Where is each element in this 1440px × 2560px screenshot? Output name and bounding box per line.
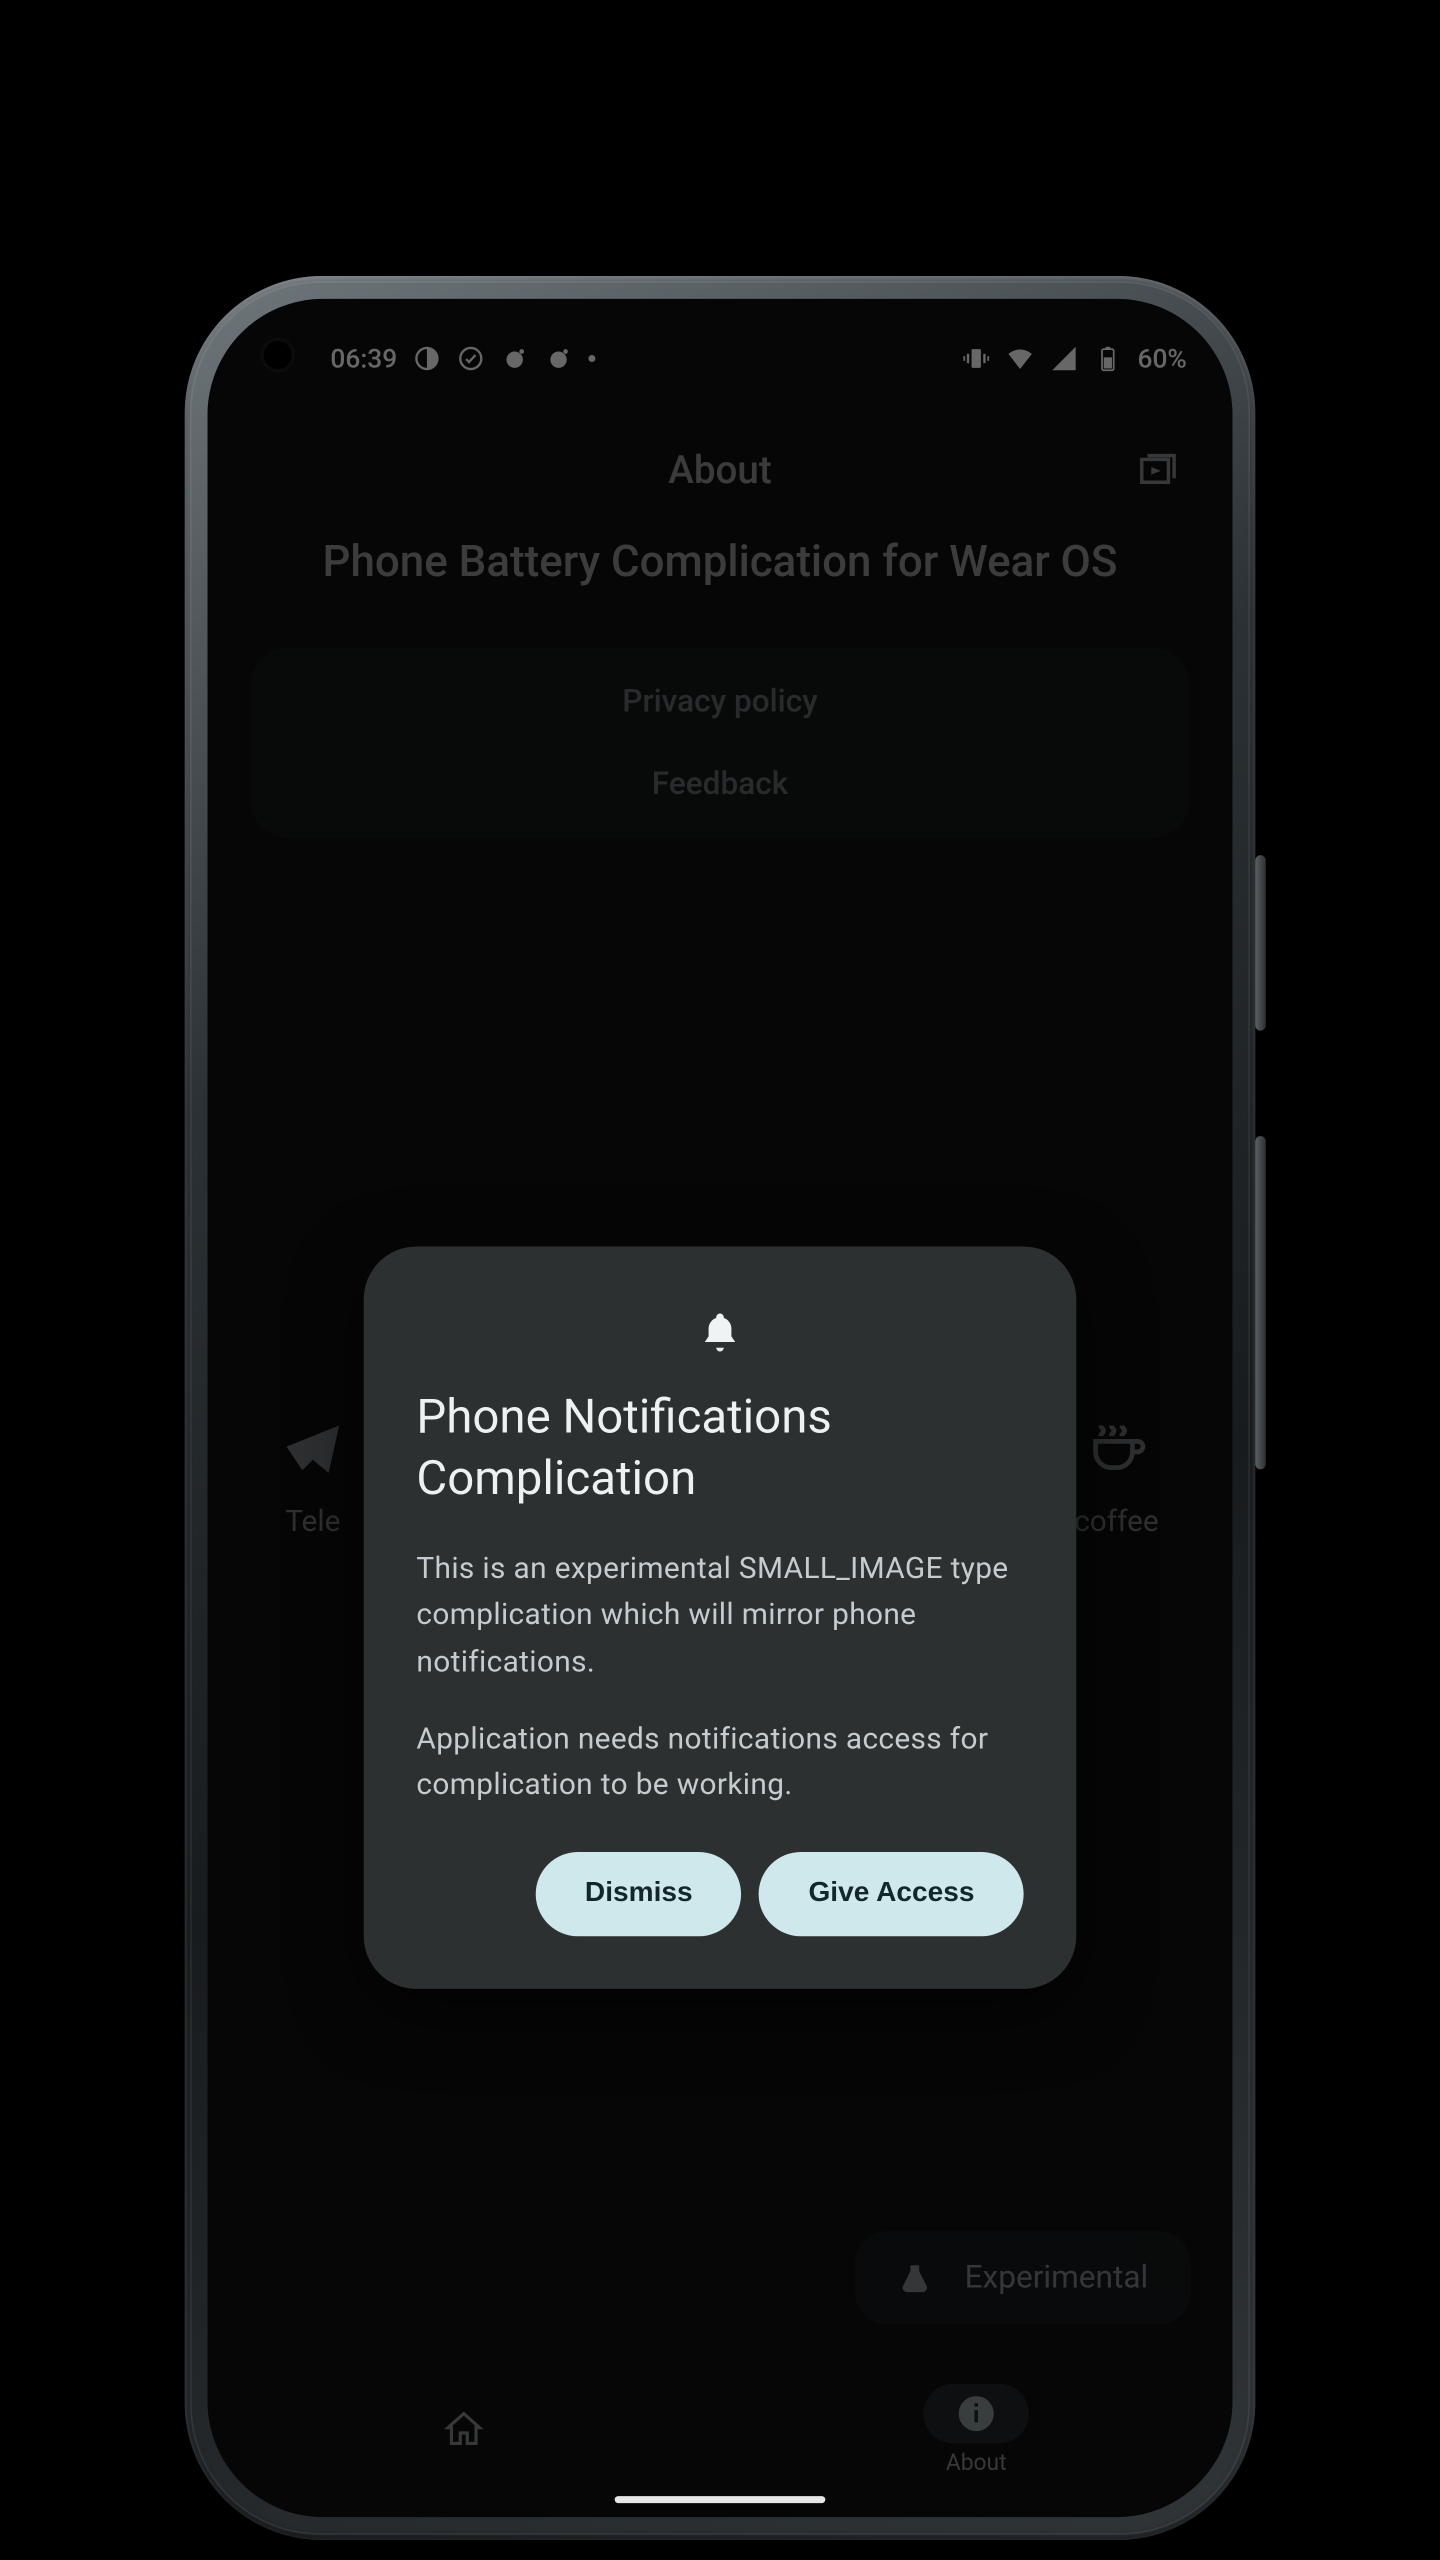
gesture-bar[interactable] xyxy=(615,2496,826,2503)
dialog-title: Phone Notifications Complication xyxy=(416,1387,1023,1508)
phone-frame: 06:39 60% A xyxy=(185,276,1256,2540)
power-button xyxy=(1255,855,1266,1031)
dialog-body-2: Application needs notifications access f… xyxy=(416,1717,1023,1809)
screen: 06:39 60% A xyxy=(208,299,1233,2517)
give-access-button[interactable]: Give Access xyxy=(759,1852,1023,1936)
bell-icon xyxy=(697,1310,743,1356)
notification-access-dialog: Phone Notifications Complication This is… xyxy=(364,1247,1077,1989)
dismiss-button[interactable]: Dismiss xyxy=(536,1852,742,1936)
volume-button xyxy=(1255,1136,1266,1469)
dialog-body-1: This is an experimental SMALL_IMAGE type… xyxy=(416,1547,1023,1686)
